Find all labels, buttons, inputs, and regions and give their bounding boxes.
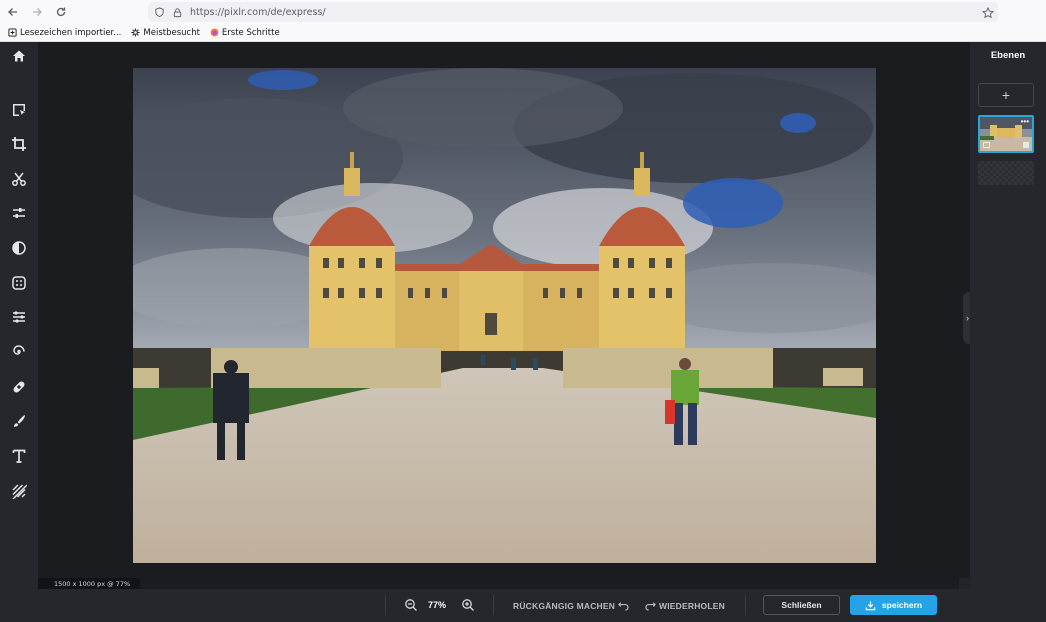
zoom-in-button[interactable] <box>461 598 475 612</box>
heal-tool[interactable] <box>0 373 38 401</box>
text-tool[interactable] <box>0 442 38 470</box>
reload-icon <box>56 7 66 17</box>
adjust-tool[interactable] <box>0 199 38 227</box>
layers-panel: Ebenen + ••• <box>970 42 1046 622</box>
shield-icon <box>154 6 166 18</box>
layers-panel-title: Ebenen <box>990 50 1026 61</box>
canvas-image[interactable] <box>133 68 876 563</box>
url-text: https://pixlr.com/de/express/ <box>190 6 326 18</box>
zoom-out-button[interactable] <box>404 598 418 612</box>
bookmark-import[interactable]: Lesezeichen importier... <box>8 28 121 38</box>
more-options-icon[interactable]: ••• <box>1021 118 1029 126</box>
redo-icon <box>645 602 656 611</box>
redo-label: WIEDERHOLEN <box>659 600 725 611</box>
bottom-toolbar: 77% RÜCKGÄNGIG MACHEN WIEDERHOLEN Schlie… <box>38 589 970 622</box>
pixlr-editor: 1500 x 1000 px @ 77% › Ebenen + ••• 77% … <box>0 42 1046 622</box>
canvas-corner <box>959 578 970 589</box>
bookmarks-bar: Lesezeichen importier... Meistbesucht Er… <box>0 24 1046 42</box>
back-button[interactable] <box>2 1 24 23</box>
bookmark-label: Meistbesucht <box>143 27 200 38</box>
contrast-icon <box>12 241 26 255</box>
undo-button[interactable]: RÜCKGÄNGIG MACHEN <box>513 600 632 611</box>
effect-icon <box>12 276 26 290</box>
canvas-size-info: 1500 x 1000 px @ 77% <box>38 578 140 589</box>
undo-icon <box>618 602 629 611</box>
castle-photo <box>133 68 876 563</box>
firefox-icon <box>210 28 219 37</box>
zoom-out-icon <box>405 599 417 611</box>
lock-icon <box>172 6 184 18</box>
divider <box>493 595 494 615</box>
gear-icon <box>131 28 140 37</box>
bandage-icon <box>13 381 25 393</box>
bookmark-label: Erste Schritte <box>221 27 280 38</box>
bookmark-label: Lesezeichen importier... <box>20 27 122 38</box>
home-icon <box>13 50 25 62</box>
bookmark-star-icon[interactable] <box>981 6 995 19</box>
image-layer-icon <box>983 142 990 148</box>
draw-tool[interactable] <box>0 407 38 435</box>
add-layer-button[interactable]: + <box>978 83 1034 107</box>
text-icon <box>12 449 26 463</box>
lock-icon[interactable] <box>1023 142 1029 148</box>
liquify-icon <box>13 311 25 323</box>
bookmark-most-visited[interactable]: Meistbesucht <box>131 28 200 38</box>
tool-sidebar <box>0 42 38 622</box>
home-button[interactable] <box>0 42 38 70</box>
liquify-tool[interactable] <box>0 303 38 331</box>
effect-tool[interactable] <box>0 269 38 297</box>
forward-arrow-icon <box>33 8 42 16</box>
reload-button[interactable] <box>50 1 72 23</box>
crop-tool[interactable] <box>0 130 38 158</box>
arrange-tool[interactable] <box>0 96 38 124</box>
pattern-icon <box>12 484 27 499</box>
cutout-tool[interactable] <box>0 165 38 193</box>
browser-toolbar: https://pixlr.com/de/express/ <box>0 0 1046 24</box>
canvas-workspace: 1500 x 1000 px @ 77% <box>38 42 970 589</box>
close-button[interactable]: Schließen <box>763 595 840 615</box>
arrange-icon <box>13 104 25 116</box>
retouch-tool[interactable] <box>0 338 38 366</box>
redo-button[interactable]: WIEDERHOLEN <box>642 600 725 611</box>
save-button[interactable]: speichern <box>850 595 937 615</box>
zoom-level: 77% <box>428 600 447 610</box>
sliders-icon <box>13 208 25 218</box>
crop-icon <box>12 137 26 151</box>
save-label: speichern <box>881 600 923 610</box>
layer-thumbnail[interactable]: ••• <box>978 115 1034 153</box>
undo-label: RÜCKGÄNGIG MACHEN <box>513 600 616 611</box>
filter-tool[interactable] <box>0 234 38 262</box>
plus-icon: + <box>1001 87 1011 103</box>
spiral-icon <box>13 345 25 355</box>
forward-button[interactable] <box>26 1 48 23</box>
import-icon <box>8 28 17 37</box>
download-icon <box>865 600 876 610</box>
zoom-in-icon <box>462 599 474 611</box>
address-bar[interactable]: https://pixlr.com/de/express/ <box>148 2 998 22</box>
bookmark-first-steps[interactable]: Erste Schritte <box>210 28 280 38</box>
divider <box>385 595 386 615</box>
chevron-right-icon: › <box>966 313 969 323</box>
brush-icon <box>14 415 25 427</box>
empty-layer-slot[interactable] <box>978 161 1034 185</box>
back-arrow-icon <box>8 8 17 16</box>
divider <box>745 595 746 615</box>
scissors-icon <box>12 172 26 186</box>
pattern-tool[interactable] <box>0 477 38 505</box>
